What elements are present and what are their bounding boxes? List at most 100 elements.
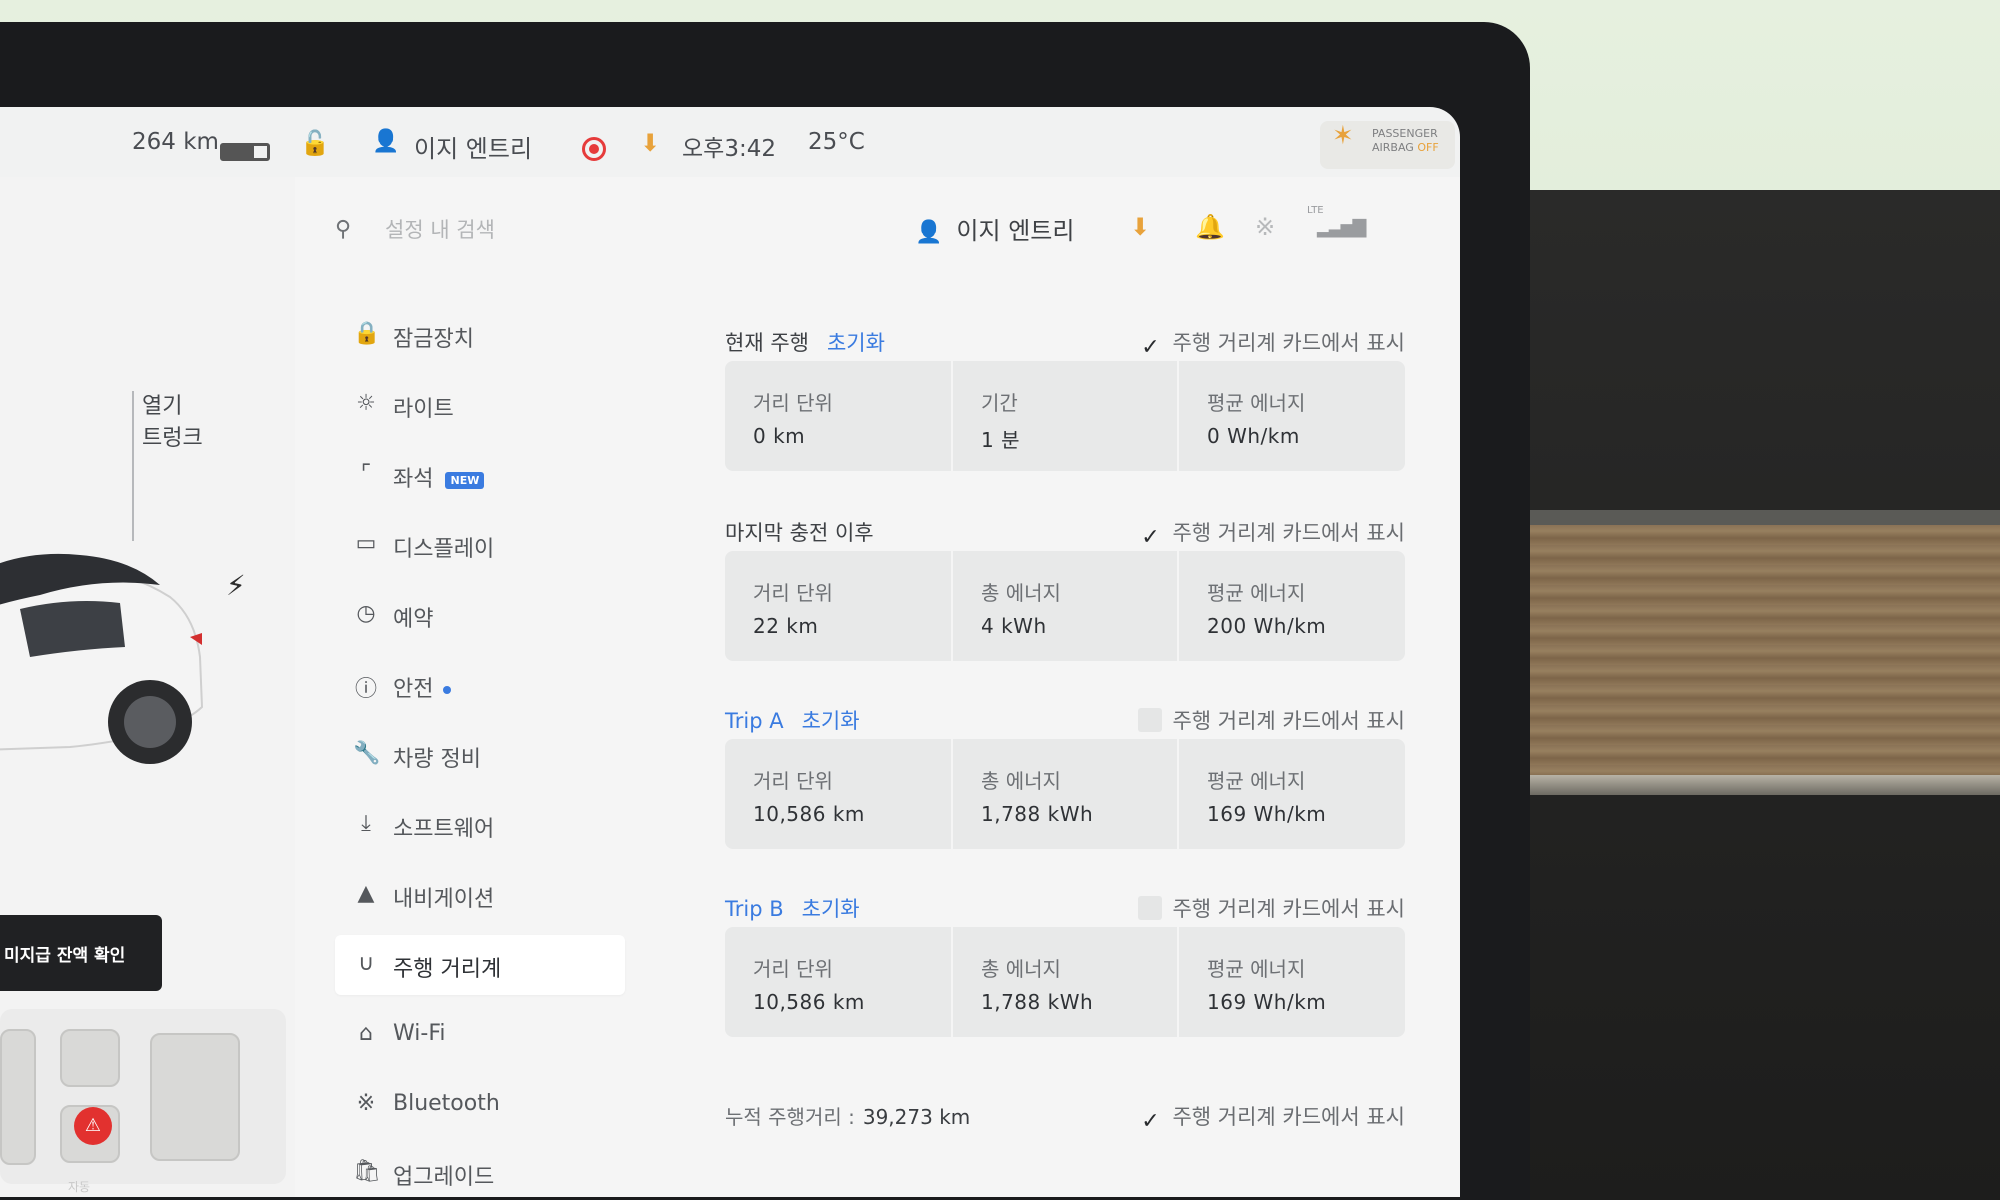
current-drive-stats: 거리 단위 0 km 기간 1 분 평균 에너지 0 Wh/km [725, 361, 1405, 471]
show-on-card-label: 주행 거리계 카드에서 표시 [1172, 897, 1405, 921]
nav-label: 잠금장치 [393, 327, 474, 352]
stat-label: 거리 단위 [753, 769, 833, 793]
range-readout: 264 km [132, 129, 219, 155]
nav-item-display[interactable]: ▭ 디스플레이 [335, 517, 625, 573]
section-title: Trip B [725, 897, 784, 921]
checkbox-checked-icon[interactable]: ✓ [1138, 1110, 1162, 1134]
nav-item-bluetooth[interactable]: ※ Bluetooth [335, 1077, 625, 1133]
car-illustration[interactable] [0, 537, 210, 797]
download-icon[interactable]: ⬇ [1130, 213, 1150, 241]
checkbox-checked-icon[interactable]: ✓ [1138, 526, 1162, 550]
wrench-icon: 🔧 [353, 741, 381, 766]
stat-value: 22 km [753, 614, 819, 638]
stat-value: 10,586 km [753, 802, 865, 826]
profile-icon[interactable]: 👤 [372, 129, 399, 154]
stat-value: 4 kWh [981, 614, 1047, 638]
current-drive-show-toggle[interactable]: ✓ 주행 거리계 카드에서 표시 [1138, 327, 1405, 360]
software-update-icon[interactable]: ⬇ [640, 129, 660, 157]
new-badge: NEW [445, 471, 485, 489]
trip-a-title: Trip A 초기화 [725, 705, 860, 735]
stat-distance: 거리 단위 0 km [725, 361, 951, 471]
charge-port-icon[interactable]: ⚡ [226, 569, 246, 602]
checkbox-checked-icon[interactable]: ✓ [1138, 336, 1162, 360]
trip-a-reset-link[interactable]: 초기화 [802, 709, 860, 733]
trip-b-stats: 거리 단위 10,586 km 총 에너지 1,788 kWh 평균 에너지 1… [725, 927, 1405, 1037]
airbag-label-line1: PASSENGER [1372, 127, 1438, 140]
trip-a-stats: 거리 단위 10,586 km 총 에너지 1,788 kWh 평균 에너지 1… [725, 739, 1405, 849]
since-charge-show-toggle[interactable]: ✓ 주행 거리계 카드에서 표시 [1138, 517, 1405, 550]
seat-rear[interactable] [150, 1033, 240, 1161]
outside-temperature: 25°C [808, 129, 865, 155]
signal-strength-icon: ▂▃▅▇ [1317, 217, 1366, 238]
touchscreen: 264 km 🔓 👤 이지 엔트리 ⬇ 오후3:42 25°C ✶ PASSEN… [0, 107, 1460, 1197]
settings-search-input[interactable] [385, 213, 715, 247]
upgrade-icon: 🛍 [353, 1159, 381, 1184]
nav-item-upgrades[interactable]: 🛍 업그레이드 [335, 1145, 625, 1197]
dashboard-trim-top [1500, 510, 2000, 525]
seat-map[interactable] [0, 1009, 286, 1184]
nav-item-safety[interactable]: ⓘ 안전 [335, 657, 625, 713]
stat-label: 평균 에너지 [1207, 581, 1306, 605]
update-dot [443, 686, 452, 694]
nav-item-trips[interactable]: ∪ 주행 거리계 [335, 935, 625, 995]
bluetooth-icon[interactable]: ※ [1255, 213, 1275, 241]
wifi-icon: ⌂ [359, 1021, 373, 1046]
trip-b-reset-link[interactable]: 초기화 [802, 897, 860, 921]
stat-duration: 기간 1 분 [951, 361, 1177, 471]
current-drive-reset-link[interactable]: 초기화 [827, 331, 885, 355]
status-profile-name[interactable]: 이지 엔트리 [414, 129, 532, 164]
since-charge-stats: 거리 단위 22 km 총 에너지 4 kWh 평균 에너지 200 Wh/km [725, 551, 1405, 661]
airbag-label-line2: AIRBAG [1372, 141, 1414, 154]
light-icon: ☼ [356, 391, 376, 416]
nav-item-wifi[interactable]: ⌂ Wi-Fi [335, 1007, 625, 1063]
seat-driver-side[interactable] [0, 1029, 36, 1165]
profile-name: 이지 엔트리 [956, 217, 1075, 245]
nav-item-schedule[interactable]: ◷ 예약 [335, 587, 625, 643]
nav-item-lights[interactable]: ☼ 라이트 [335, 377, 625, 433]
display-icon: ▭ [355, 531, 377, 556]
notification-bell-icon[interactable]: 🔔 [1195, 213, 1225, 241]
clock: 오후3:42 [682, 136, 776, 162]
airbag-icon: ✶ [1332, 121, 1354, 151]
checkbox-unchecked-icon[interactable] [1138, 896, 1163, 920]
profile-icon: 👤 [915, 220, 943, 245]
show-on-card-label: 주행 거리계 카드에서 표시 [1172, 331, 1405, 355]
trunk-label: 트렁크 [142, 426, 203, 451]
nav-label: 내비게이션 [393, 887, 495, 912]
nav-label: 주행 거리계 [393, 957, 502, 982]
seat-icon: ⌜ [360, 461, 372, 486]
trip-b-show-toggle[interactable]: 주행 거리계 카드에서 표시 [1138, 893, 1405, 923]
stat-value: 1,788 kWh [981, 802, 1094, 826]
stat-distance: 거리 단위 22 km [725, 551, 951, 661]
nav-item-navigation[interactable]: ▲ 내비게이션 [335, 867, 625, 923]
display-bezel: 264 km 🔓 👤 이지 엔트리 ⬇ 오후3:42 25°C ✶ PASSEN… [0, 22, 1530, 1200]
nav-item-software[interactable]: ⤓ 소프트웨어 [335, 797, 625, 853]
stat-avg-energy: 평균 에너지 200 Wh/km [1177, 551, 1403, 661]
seat-front-left[interactable] [60, 1029, 120, 1087]
stat-label: 거리 단위 [753, 581, 833, 605]
nav-item-seats[interactable]: ⌜ 좌석 NEW [335, 447, 625, 503]
trunk-open-control[interactable]: 열기 트렁크 [142, 391, 203, 455]
dashcam-record-icon[interactable] [582, 137, 606, 161]
stat-avg-energy: 평균 에너지 169 Wh/km [1177, 739, 1403, 849]
stat-value: 1 분 [981, 428, 1020, 452]
nav-item-service[interactable]: 🔧 차량 정비 [335, 727, 625, 783]
check-subsidy-button[interactable]: 미지급 잔액 확인 [0, 915, 162, 991]
nav-label: 차량 정비 [393, 747, 481, 772]
current-drive-title: 현재 주행 초기화 [725, 327, 885, 357]
profile-button[interactable]: 👤 이지 엔트리 [915, 211, 1074, 246]
settings-search[interactable]: ⚲ [335, 207, 735, 253]
nav-item-locks[interactable]: 🔒 잠금장치 [335, 307, 625, 363]
show-on-card-label: 주행 거리계 카드에서 표시 [1172, 1105, 1405, 1129]
trunk-unlock-icon[interactable]: 🔓 [300, 129, 330, 157]
stat-value: 1,788 kWh [981, 990, 1094, 1014]
dashboard-wood-panel [1500, 525, 2000, 775]
trip-a-show-toggle[interactable]: 주행 거리계 카드에서 표시 [1138, 705, 1405, 735]
odometer-label: 누적 주행거리 : [725, 1105, 855, 1129]
odometer-show-toggle[interactable]: ✓ 주행 거리계 카드에서 표시 [1138, 1101, 1405, 1134]
stat-distance: 거리 단위 10,586 km [725, 739, 951, 849]
stat-total-energy: 총 에너지 1,788 kWh [951, 739, 1177, 849]
nav-label: 예약 [393, 607, 434, 632]
stat-label: 거리 단위 [753, 957, 833, 981]
checkbox-unchecked-icon[interactable] [1138, 708, 1163, 732]
